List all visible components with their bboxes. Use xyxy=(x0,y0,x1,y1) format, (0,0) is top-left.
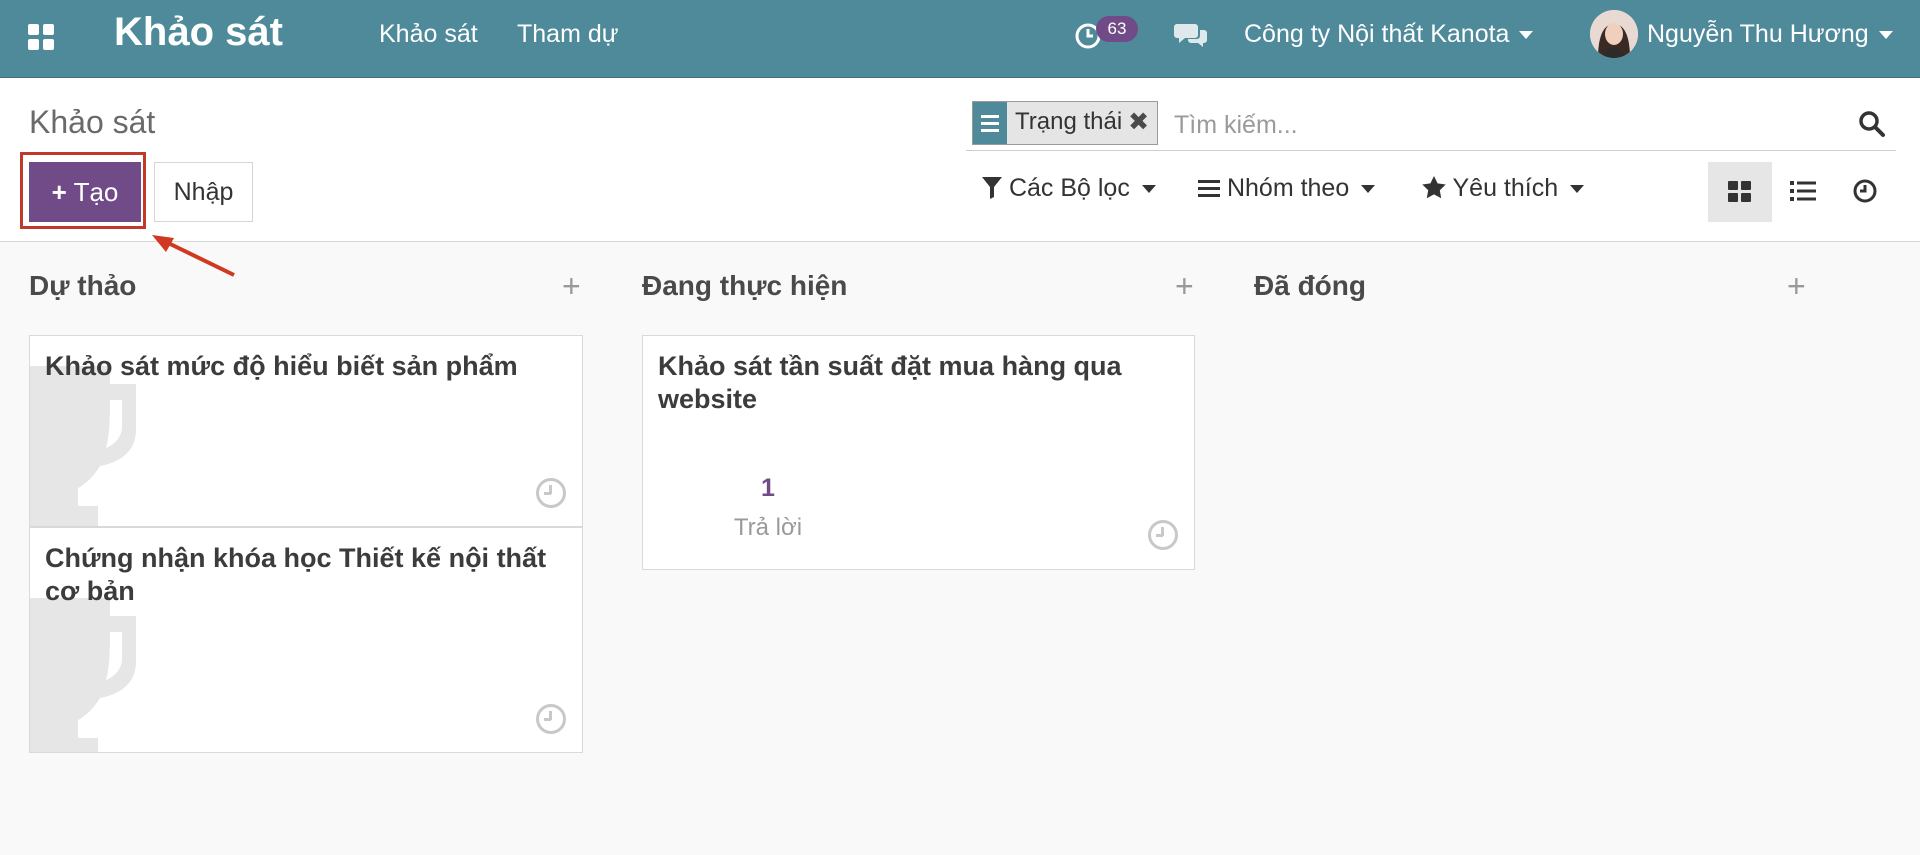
column-title-in-progress: Đang thực hiện xyxy=(642,270,848,301)
activity-view-button[interactable] xyxy=(1852,178,1878,209)
chevron-down-icon xyxy=(1519,31,1534,40)
activity-clock-icon[interactable] xyxy=(536,478,566,508)
list-bars-icon xyxy=(1198,180,1220,197)
chevron-down-icon xyxy=(1361,185,1376,194)
kanban-card[interactable]: Chứng nhận khóa học Thiết kế nội thất cơ… xyxy=(29,527,583,753)
add-card-draft-icon[interactable]: + xyxy=(562,268,581,305)
remove-facet-icon[interactable]: ✖ xyxy=(1128,102,1157,144)
company-name: Công ty Nội thất Kanota xyxy=(1244,20,1510,48)
group-by-dropdown[interactable]: Nhóm theo xyxy=(1198,174,1376,203)
menu-item-surveys[interactable]: Khảo sát xyxy=(379,20,478,49)
activity-clock-icon[interactable] xyxy=(536,704,566,734)
plus-icon: + xyxy=(51,177,67,207)
response-count[interactable]: 1 xyxy=(743,474,793,503)
filter-lines-icon xyxy=(973,102,1007,144)
column-title-closed: Đã đóng xyxy=(1254,270,1366,301)
annotation-arrow-icon xyxy=(152,235,235,277)
add-card-closed-icon[interactable]: + xyxy=(1787,268,1806,305)
filters-dropdown[interactable]: Các Bộ lọc xyxy=(982,174,1156,203)
response-count-label: Trả lời xyxy=(733,514,803,541)
kanban-card[interactable]: Khảo sát mức độ hiểu biết sản phẩm xyxy=(29,335,583,527)
clock-icon xyxy=(1853,179,1877,203)
kanban-card[interactable]: Khảo sát tần suất đặt mua hàng qua websi… xyxy=(642,335,1195,570)
trophy-icon xyxy=(30,598,136,752)
discuss-chat-icon[interactable] xyxy=(1174,20,1208,55)
top-navbar: Khảo sát Khảo sát Tham dự 63 Công ty Nội… xyxy=(0,0,1920,78)
star-icon xyxy=(1422,176,1446,199)
activity-count-badge: 63 xyxy=(1096,16,1138,42)
kanban-grid-icon xyxy=(1728,181,1751,202)
create-label: Tạo xyxy=(73,177,119,207)
breadcrumb: Khảo sát xyxy=(29,104,156,140)
create-button[interactable]: + Tạo xyxy=(29,162,141,222)
user-name: Nguyễn Thu Hương xyxy=(1647,20,1869,48)
search-facet: Trạng thái ✖ xyxy=(972,101,1159,145)
chevron-down-icon xyxy=(1141,185,1156,194)
add-card-in-progress-icon[interactable]: + xyxy=(1175,268,1194,305)
user-menu[interactable]: Nguyễn Thu Hương xyxy=(1647,20,1893,49)
trophy-icon xyxy=(30,366,136,526)
favorites-dropdown[interactable]: Yêu thích xyxy=(1422,174,1585,203)
apps-menu-icon[interactable] xyxy=(28,24,54,50)
list-view-icon xyxy=(1790,181,1816,201)
chevron-down-icon xyxy=(1878,31,1893,40)
user-avatar[interactable] xyxy=(1590,10,1638,58)
group-by-label: Nhóm theo xyxy=(1226,174,1350,202)
card-title: Khảo sát tần suất đặt mua hàng qua websi… xyxy=(658,351,1122,414)
company-switcher[interactable]: Công ty Nội thất Kanota xyxy=(1244,20,1534,49)
activity-clock-icon[interactable] xyxy=(1148,520,1178,550)
import-button[interactable]: Nhập xyxy=(154,162,253,222)
chevron-down-icon xyxy=(1570,185,1585,194)
facet-label: Trạng thái xyxy=(1015,108,1123,135)
search-icon[interactable] xyxy=(1858,110,1886,143)
column-title-draft: Dự thảo xyxy=(29,270,137,301)
card-title: Chứng nhận khóa học Thiết kế nội thất cơ… xyxy=(45,543,547,606)
card-title: Khảo sát mức độ hiểu biết sản phẩm xyxy=(45,351,518,381)
app-brand[interactable]: Khảo sát xyxy=(114,10,283,55)
kanban-view-button[interactable] xyxy=(1708,162,1772,222)
favorites-label: Yêu thích xyxy=(1452,174,1559,202)
menu-item-participations[interactable]: Tham dự xyxy=(517,20,619,49)
funnel-icon xyxy=(982,177,1002,199)
search-input[interactable] xyxy=(1172,104,1696,146)
list-view-button[interactable] xyxy=(1790,180,1816,207)
filters-label: Các Bộ lọc xyxy=(1008,174,1130,202)
